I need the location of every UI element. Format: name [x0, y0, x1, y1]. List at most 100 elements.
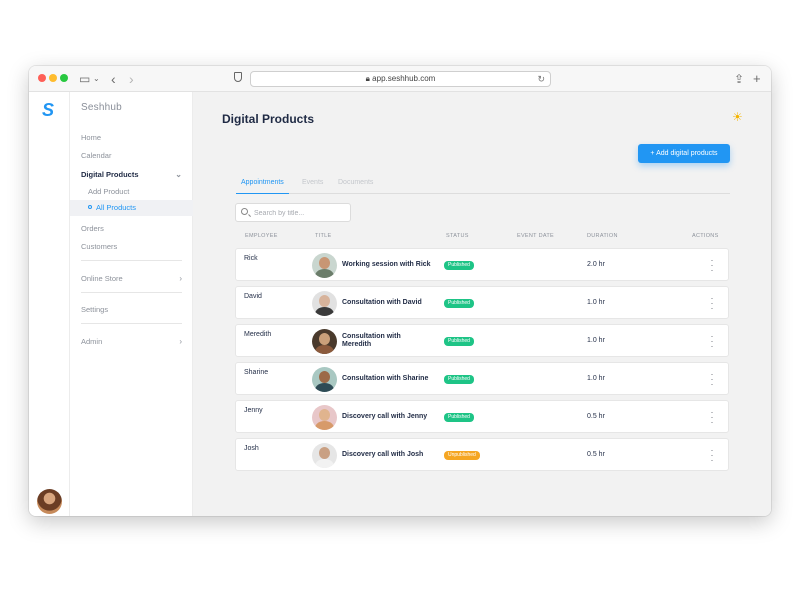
employee-name: Josh: [244, 445, 259, 452]
sidebar-item-add-product[interactable]: Add Product: [70, 186, 193, 198]
status-badge: Published: [444, 375, 474, 384]
maximize-window-icon[interactable]: [60, 74, 68, 82]
browser-window: ▭ ⌄ ‹ › 🔒︎ app.seshhub.com ↻ ⇪ + S Seshh…: [29, 66, 771, 516]
close-window-icon[interactable]: [38, 74, 46, 82]
search-box: [235, 203, 351, 222]
duration-value: 1.0 hr: [587, 337, 605, 344]
search-icon: [241, 208, 248, 215]
more-actions-icon[interactable]: · · ·: [707, 294, 717, 313]
status-badge: Published: [444, 413, 474, 422]
status-badge: Published: [444, 261, 474, 270]
more-actions-icon[interactable]: · · ·: [707, 446, 717, 465]
product-tabs: Appointments Events Documents: [236, 177, 730, 194]
column-header-employee: EMPLOYEE: [245, 233, 278, 239]
sidebar-item-label: Home: [81, 133, 102, 142]
sidebar-divider: [81, 260, 182, 261]
privacy-shield-icon[interactable]: [234, 72, 242, 82]
column-header-title: TITLE: [315, 233, 332, 239]
search-input[interactable]: [254, 206, 346, 220]
sidebar-item-label: Calendar: [81, 151, 112, 160]
minimize-window-icon[interactable]: [49, 74, 57, 82]
sidebar-item-label: Orders: [81, 224, 104, 233]
duration-value: 1.0 hr: [587, 299, 605, 306]
table-row[interactable]: Sharine Consultation with Sharine Publis…: [235, 362, 729, 395]
sidebar-item-calendar[interactable]: Calendar: [70, 150, 193, 162]
duration-value: 1.0 hr: [587, 375, 605, 382]
sidebar-item-label: All Products: [96, 203, 137, 212]
sidebar-divider: [81, 292, 182, 293]
appointment-title[interactable]: Consultation with David: [342, 299, 422, 307]
sidebar-item-online-store[interactable]: Online Store ›: [70, 273, 193, 285]
column-header-duration: DURATION: [587, 233, 618, 239]
more-actions-icon[interactable]: · · ·: [707, 370, 717, 389]
sidebar-item-settings[interactable]: Settings: [70, 304, 193, 316]
employee-name: Sharine: [244, 369, 269, 376]
employee-avatar: [312, 329, 337, 354]
reload-icon[interactable]: ↻: [537, 72, 545, 86]
table-row[interactable]: Rick Working session with Rick Published…: [235, 248, 729, 281]
sidebar-item-digital-products[interactable]: Digital Products ⌄: [70, 169, 193, 181]
sidebar-item-customers[interactable]: Customers: [70, 241, 193, 253]
brand-name: Seshhub: [81, 102, 122, 113]
chevron-right-icon: ›: [179, 274, 182, 283]
employee-avatar: [312, 253, 337, 278]
employee-name: Rick: [244, 255, 258, 262]
status-badge: Published: [444, 299, 474, 308]
appointment-title[interactable]: Working session with Rick: [342, 261, 431, 269]
sidebar-divider: [81, 323, 182, 324]
chevron-down-icon: ⌄: [175, 170, 182, 179]
sidebar-item-home[interactable]: Home: [70, 132, 193, 144]
sidebar-item-label: Admin: [81, 337, 103, 346]
employee-avatar: [312, 291, 337, 316]
appointment-title[interactable]: Consultation with Sharine: [342, 375, 428, 383]
add-digital-products-button[interactable]: + Add digital products: [638, 144, 730, 163]
chevron-down-icon[interactable]: ⌄: [93, 70, 100, 88]
table-row[interactable]: Meredith Consultation with Meredith Publ…: [235, 324, 729, 357]
share-icon[interactable]: ⇪: [734, 70, 744, 88]
circle-icon: [88, 205, 92, 209]
url-text: app.seshhub.com: [372, 74, 436, 83]
table-row[interactable]: Josh Discovery call with Josh Unpublishe…: [235, 438, 729, 471]
forward-icon[interactable]: ›: [129, 70, 134, 88]
lock-icon: 🔒︎: [365, 74, 370, 83]
employee-name: David: [244, 293, 262, 300]
employee-avatar: [312, 367, 337, 392]
address-bar[interactable]: 🔒︎ app.seshhub.com ↻: [250, 71, 551, 87]
new-tab-icon[interactable]: +: [753, 70, 761, 88]
appointment-title[interactable]: Consultation with Meredith: [342, 333, 422, 349]
seshhub-logo-icon[interactable]: S: [42, 100, 54, 121]
status-badge: Unpublished: [444, 451, 480, 460]
sidebar-item-label: Digital Products: [81, 170, 139, 179]
column-header-status: STATUS: [446, 233, 469, 239]
more-actions-icon[interactable]: · · ·: [707, 256, 717, 275]
duration-value: 2.0 hr: [587, 261, 605, 268]
sidebar-item-admin[interactable]: Admin ›: [70, 336, 193, 348]
table-header: EMPLOYEE TITLE STATUS EVENT DATE DURATIO…: [235, 233, 729, 243]
employee-name: Jenny: [244, 407, 263, 414]
appointment-title[interactable]: Discovery call with Jenny: [342, 413, 427, 421]
tab-appointments[interactable]: Appointments: [236, 177, 289, 194]
table-row[interactable]: David Consultation with David Published …: [235, 286, 729, 319]
sidebar-item-label: Online Store: [81, 274, 123, 283]
table-row[interactable]: Jenny Discovery call with Jenny Publishe…: [235, 400, 729, 433]
more-actions-icon[interactable]: · · ·: [707, 408, 717, 427]
column-header-actions: ACTIONS: [692, 233, 719, 239]
back-icon[interactable]: ‹: [111, 70, 116, 88]
employee-name: Meredith: [244, 331, 272, 338]
tab-documents[interactable]: Documents: [338, 177, 373, 189]
browser-titlebar: ▭ ⌄ ‹ › 🔒︎ app.seshhub.com ↻ ⇪ +: [29, 66, 771, 92]
duration-value: 0.5 hr: [587, 451, 605, 458]
duration-value: 0.5 hr: [587, 413, 605, 420]
more-actions-icon[interactable]: · · ·: [707, 332, 717, 351]
sidebar-toggle-icon[interactable]: ▭: [79, 70, 90, 88]
sidebar-item-orders[interactable]: Orders: [70, 223, 193, 235]
user-avatar[interactable]: [37, 489, 62, 514]
sidebar-item-all-products[interactable]: All Products: [70, 200, 193, 216]
tab-events[interactable]: Events: [302, 177, 323, 189]
sidebar-item-label: Customers: [81, 242, 118, 251]
employee-avatar: [312, 405, 337, 430]
sun-icon[interactable]: ☀: [732, 111, 744, 123]
sidebar-item-label: Add Product: [88, 187, 130, 196]
icon-rail: S: [29, 92, 70, 516]
appointment-title[interactable]: Discovery call with Josh: [342, 451, 423, 459]
